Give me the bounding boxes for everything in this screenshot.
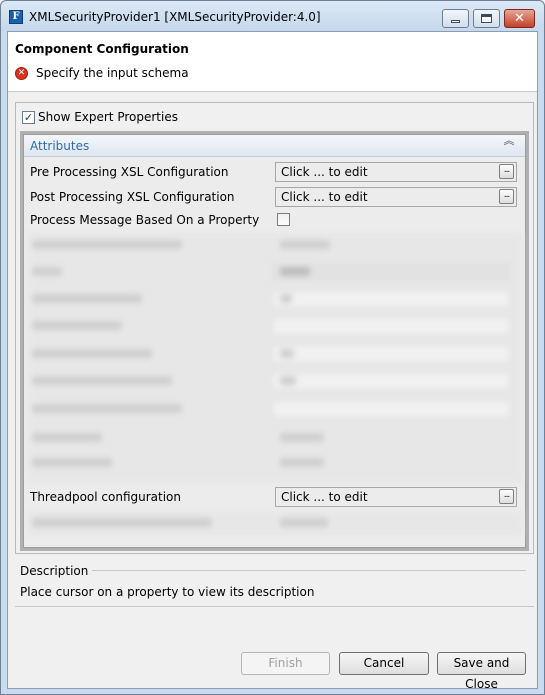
description-heading: Description [20, 564, 89, 578]
property-label: Pre Processing XSL Configuration [30, 165, 229, 179]
attributes-header[interactable]: Attributes ︽ [24, 135, 525, 157]
properties-frame: ✓ Show Expert Properties Attributes ︽ Pr… [15, 102, 534, 554]
edit-ellipsis-button[interactable]: ... [499, 164, 514, 179]
close-button[interactable]: ✕ [504, 9, 535, 28]
maximize-icon [481, 14, 492, 23]
collapse-icon[interactable]: ︽ [502, 135, 516, 146]
dialog-client: Component Configuration ✕ Specify the in… [7, 31, 538, 691]
header-message: Specify the input schema [36, 66, 189, 80]
property-value-text: Click ... to edit [281, 490, 368, 504]
finish-button[interactable]: Finish [241, 652, 330, 675]
description-bottom-divider [15, 606, 534, 607]
app-icon: F [9, 10, 23, 24]
edit-ellipsis-button[interactable]: ... [499, 489, 514, 504]
minimize-icon [451, 20, 460, 23]
property-checkbox[interactable] [277, 213, 290, 226]
property-value-field[interactable]: Click ... to edit ... [275, 162, 517, 182]
property-row: Post Processing XSL Configuration Click … [24, 186, 525, 208]
property-value-text: Click ... to edit [281, 165, 368, 179]
error-icon: ✕ [15, 67, 28, 80]
description-divider [92, 570, 526, 571]
show-expert-checkbox[interactable]: ✓ [22, 111, 35, 124]
property-value-field[interactable]: Click ... to edit ... [275, 487, 517, 507]
property-value-field[interactable]: Click ... to edit ... [275, 187, 517, 207]
property-label: Post Processing XSL Configuration [30, 190, 235, 204]
redacted-properties [28, 511, 522, 535]
description-text: Place cursor on a property to view its d… [20, 585, 315, 599]
attributes-title: Attributes [30, 139, 90, 153]
maximize-button[interactable] [473, 9, 500, 28]
save-and-close-button[interactable]: Save and Close [437, 652, 526, 691]
attributes-panel: Attributes ︽ Pre Processing XSL Configur… [23, 134, 526, 548]
property-value-text: Click ... to edit [281, 190, 368, 204]
property-row: Process Message Based On a Property [24, 209, 525, 231]
attributes-container: Attributes ︽ Pre Processing XSL Configur… [20, 131, 529, 551]
show-expert-label[interactable]: Show Expert Properties [38, 110, 178, 124]
dialog-header: Component Configuration ✕ Specify the in… [8, 32, 537, 92]
edit-ellipsis-button[interactable]: ... [499, 189, 514, 204]
minimize-button[interactable] [442, 9, 469, 28]
close-icon: ✕ [514, 11, 525, 26]
title-bar[interactable]: F XMLSecurityProvider1 [XMLSecurityProvi… [1, 1, 544, 31]
page-title: Component Configuration [15, 42, 189, 56]
redacted-properties [28, 233, 522, 483]
property-row: Pre Processing XSL Configuration Click .… [24, 161, 525, 183]
property-row: Threadpool configuration Click ... to ed… [24, 486, 525, 508]
window-title: XMLSecurityProvider1 [XMLSecurityProvide… [29, 10, 321, 24]
property-label: Process Message Based On a Property [30, 213, 260, 227]
dialog-window: F XMLSecurityProvider1 [XMLSecurityProvi… [0, 0, 545, 695]
property-label: Threadpool configuration [30, 490, 182, 504]
cancel-button[interactable]: Cancel [339, 652, 429, 675]
